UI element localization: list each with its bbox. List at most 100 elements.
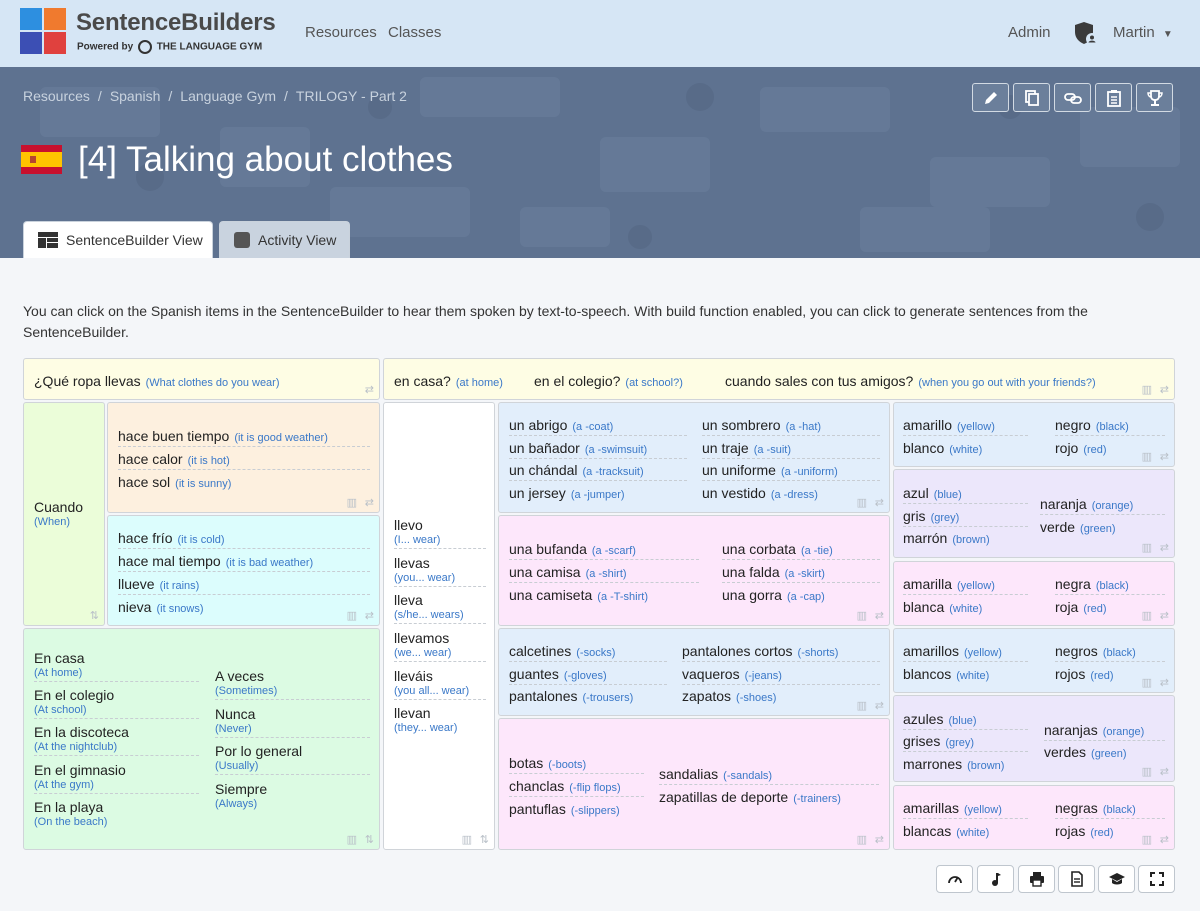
sb-item[interactable]: zapatillas de deporte (-trainers) [659, 789, 841, 807]
columns-icon[interactable]: ▥ [857, 833, 867, 846]
swap-icon[interactable]: ⇄ [1160, 609, 1169, 622]
nav-admin[interactable]: Admin [1008, 24, 1051, 41]
sb-item[interactable]: negra (black) [1055, 576, 1165, 595]
sb-item[interactable]: guantes (-gloves) [509, 666, 667, 685]
columns-icon[interactable]: ▥ [347, 496, 357, 509]
document-button[interactable] [1058, 865, 1095, 893]
columns-icon[interactable]: ▥ [1142, 450, 1152, 463]
columns-icon[interactable]: ▥ [857, 496, 867, 509]
edit-button[interactable] [972, 83, 1009, 112]
sb-item[interactable]: un traje (a -suit) [702, 440, 880, 459]
columns-icon[interactable]: ▥ [347, 833, 357, 846]
sb-item[interactable]: pantalones cortos (-shorts) [682, 643, 880, 662]
columns-icon[interactable]: ▥ [1142, 609, 1152, 622]
sb-item[interactable]: negro (black) [1055, 417, 1165, 436]
sb-item[interactable]: sandalias (-sandals) [659, 766, 879, 785]
sb-item[interactable]: lleva (s/he... wears) [394, 592, 486, 624]
sb-item[interactable]: hace mal tiempo (it is bad weather) [118, 553, 370, 572]
sb-item[interactable]: Siempre (Always) [215, 781, 267, 810]
swap-icon[interactable]: ⇄ [875, 833, 884, 846]
sb-item[interactable]: Cuando (When) [34, 499, 83, 528]
sb-item[interactable]: ¿Qué ropa llevas (What clothes do you wea… [34, 373, 280, 391]
sb-item[interactable]: chanclas (-flip flops) [509, 778, 644, 797]
sb-item[interactable]: hace frío (it is cold) [118, 530, 370, 549]
sb-item[interactable]: amarillo (yellow) [903, 417, 1028, 436]
sort-icon[interactable]: ⇅ [365, 833, 374, 846]
sb-item[interactable]: Por lo general (Usually) [215, 743, 370, 775]
sb-item[interactable]: lleváis (you all... wear) [394, 668, 486, 700]
trophy-button[interactable] [1136, 83, 1173, 112]
sb-item[interactable]: A veces (Sometimes) [215, 668, 370, 700]
sb-item[interactable]: amarilla (yellow) [903, 576, 1028, 595]
nav-resources[interactable]: Resources [305, 24, 377, 41]
sb-item[interactable]: una corbata (a -tie) [722, 541, 880, 560]
sb-item[interactable]: grises (grey) [903, 733, 1028, 752]
swap-icon[interactable]: ⇄ [1160, 383, 1169, 396]
sb-item[interactable]: una camisa (a -shirt) [509, 564, 699, 583]
columns-icon[interactable]: ▥ [857, 699, 867, 712]
columns-icon[interactable]: ▥ [857, 609, 867, 622]
fullscreen-button[interactable] [1138, 865, 1175, 893]
sb-item[interactable]: calcetines (-socks) [509, 643, 667, 662]
sb-item[interactable]: un abrigo (a -coat) [509, 417, 687, 436]
sb-item[interactable]: una bufanda (a -scarf) [509, 541, 699, 560]
user-menu[interactable]: Martin ▼ [1113, 24, 1173, 41]
sb-item[interactable]: llevan (they... wear) [394, 705, 457, 734]
swap-icon[interactable]: ⇄ [1160, 676, 1169, 689]
sb-item[interactable]: una gorra (a -cap) [722, 587, 825, 605]
columns-icon[interactable]: ▥ [462, 833, 472, 846]
sb-item[interactable]: amarillas (yellow) [903, 800, 1028, 819]
swap-icon[interactable]: ⇄ [365, 383, 374, 396]
swap-icon[interactable]: ⇄ [875, 699, 884, 712]
sb-item[interactable]: hace calor (it is hot) [118, 451, 370, 470]
sb-item[interactable]: nieva (it snows) [118, 599, 204, 617]
sb-item[interactable]: en el colegio? (at school?) [534, 373, 683, 391]
sb-item[interactable]: cuando sales con tus amigos? (when you go… [725, 373, 1096, 391]
sb-item[interactable]: en casa? (at home) [394, 373, 503, 391]
sb-item[interactable]: pantuflas (-slippers) [509, 801, 620, 819]
sb-item[interactable]: En casa (At home) [34, 650, 199, 682]
swap-icon[interactable]: ⇄ [1160, 541, 1169, 554]
sb-item[interactable]: marrones (brown) [903, 756, 1004, 774]
sb-item[interactable]: marrón (brown) [903, 530, 990, 548]
sb-item[interactable]: una camiseta (a -T-shirt) [509, 587, 648, 605]
sb-item[interactable]: azul (blue) [903, 485, 1028, 504]
sb-item[interactable]: un jersey (a -jumper) [509, 485, 625, 503]
columns-icon[interactable]: ▥ [1142, 833, 1152, 846]
sb-item[interactable]: rojos (red) [1055, 666, 1114, 684]
sb-item[interactable]: amarillos (yellow) [903, 643, 1028, 662]
sb-item[interactable]: vaqueros (-jeans) [682, 666, 880, 685]
worksheet-button[interactable] [1095, 83, 1132, 112]
swap-icon[interactable]: ⇄ [1160, 765, 1169, 778]
columns-icon[interactable]: ▥ [1142, 383, 1152, 396]
swap-icon[interactable]: ⇄ [1160, 450, 1169, 463]
learn-button[interactable] [1098, 865, 1135, 893]
sb-item[interactable]: naranja (orange) [1040, 496, 1165, 515]
swap-icon[interactable]: ⇄ [875, 609, 884, 622]
user-shield-icon[interactable] [1073, 20, 1099, 46]
copy-button[interactable] [1013, 83, 1050, 112]
sb-item[interactable]: botas (-boots) [509, 755, 644, 774]
brand-name[interactable]: SentenceBuilders [76, 9, 276, 37]
sb-item[interactable]: un sombrero (a -hat) [702, 417, 880, 436]
sb-item[interactable]: naranjas (orange) [1044, 722, 1165, 741]
sb-item[interactable]: llevamos (we... wear) [394, 630, 486, 662]
tab-activity-view[interactable]: Activity View [219, 221, 350, 258]
sort-icon[interactable]: ⇅ [90, 609, 99, 622]
sb-item[interactable]: verde (green) [1040, 519, 1116, 537]
sb-item[interactable]: gris (grey) [903, 508, 1028, 527]
sb-item[interactable]: un chándal (a -tracksuit) [509, 462, 687, 481]
sb-item[interactable]: un vestido (a -dress) [702, 485, 818, 503]
sb-item[interactable]: azules (blue) [903, 711, 1028, 730]
brand-logo[interactable] [20, 8, 68, 57]
swap-icon[interactable]: ⇄ [1160, 833, 1169, 846]
swap-icon[interactable]: ⇄ [875, 496, 884, 509]
sb-item[interactable]: negras (black) [1055, 800, 1165, 819]
audio-button[interactable] [977, 865, 1014, 893]
sb-item[interactable]: blanco (white) [903, 440, 982, 458]
breadcrumb-resources[interactable]: Resources [23, 88, 90, 104]
columns-icon[interactable]: ▥ [347, 609, 357, 622]
sb-item[interactable]: En la discoteca (At the nightclub) [34, 724, 199, 756]
sort-icon[interactable]: ⇅ [480, 833, 489, 846]
sb-item[interactable]: En el colegio (At school) [34, 687, 199, 719]
